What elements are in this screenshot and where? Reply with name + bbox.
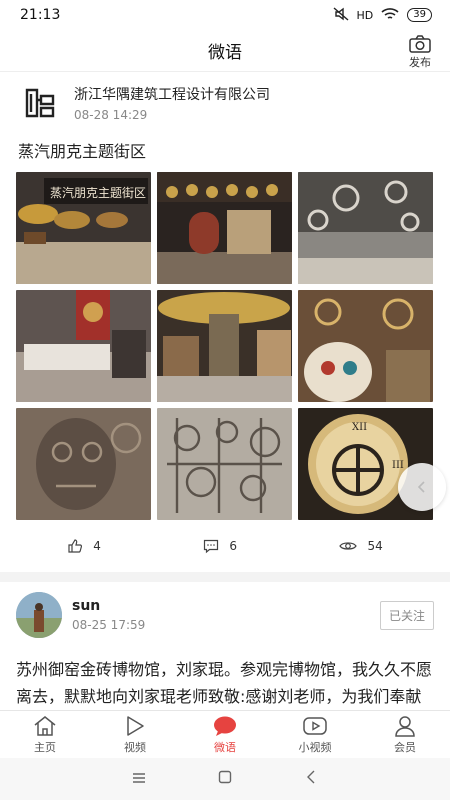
tab-label: 微语: [214, 740, 236, 754]
page-title: 微语: [208, 43, 242, 63]
photo-thumbnail[interactable]: [298, 290, 433, 402]
photo-thumbnail[interactable]: [298, 172, 433, 284]
tab-label: 主页: [34, 740, 56, 754]
tab-short-video[interactable]: 小视频: [270, 711, 360, 758]
comment-stat[interactable]: 6: [203, 538, 237, 554]
wifi-icon: [381, 7, 399, 24]
publish-button[interactable]: 发布: [408, 34, 432, 70]
status-icons: HD 39: [333, 6, 432, 24]
signal-hd-label: HD: [356, 8, 374, 22]
author-name[interactable]: sun: [72, 598, 370, 614]
photo-thumbnail[interactable]: [16, 290, 151, 402]
post-card[interactable]: 浙江华隅建筑工程设计有限公司 08-28 14:29 蒸汽朋克主题街区 蒸汽朋克…: [0, 72, 450, 564]
post-time: 08-28 14:29: [74, 108, 148, 122]
company-logo[interactable]: [16, 79, 64, 127]
short-video-icon: [303, 716, 327, 735]
post-author-row: 浙江华隅建筑工程设计有限公司 08-28 14:29: [16, 72, 434, 134]
post-stats: 4 6 54: [16, 528, 434, 564]
avatar[interactable]: [16, 592, 62, 638]
section-divider: [0, 572, 450, 582]
photo-thumbnail[interactable]: [157, 290, 292, 402]
post-time: 08-25 17:59: [72, 618, 146, 632]
back-icon[interactable]: [303, 769, 319, 789]
post-author-row: sun 08-25 17:59 已关注: [16, 582, 434, 648]
tab-weiyu[interactable]: 微语: [180, 711, 270, 758]
tab-label: 会员: [394, 740, 416, 754]
user-icon: [395, 715, 415, 737]
photo-thumbnail[interactable]: [16, 408, 151, 520]
comment-icon: [204, 539, 219, 554]
chevron-icon: [417, 481, 425, 493]
comment-count: 6: [229, 539, 237, 553]
follow-button[interactable]: 已关注: [379, 600, 434, 630]
tab-video[interactable]: 视频: [90, 711, 180, 758]
like-stat[interactable]: 4: [67, 538, 101, 554]
svg-text:III: III: [392, 460, 404, 471]
thumbs-up-icon: [68, 539, 83, 553]
system-nav-bar: [0, 758, 450, 800]
tab-label: 小视频: [298, 740, 332, 754]
camera-icon: [409, 35, 431, 53]
status-bar: 21:13 HD 39: [0, 0, 450, 30]
publish-label: 发布: [409, 56, 431, 69]
view-count: 54: [367, 539, 383, 553]
bottom-tab-bar: 主页 视频 微语 小视频 会员: [0, 710, 450, 758]
view-stat: 54: [339, 539, 383, 553]
tab-label: 视频: [124, 740, 146, 754]
battery-icon: 39: [407, 8, 432, 22]
menu-icon[interactable]: [131, 770, 147, 789]
like-count: 4: [93, 539, 101, 553]
post-title[interactable]: 蒸汽朋克主题街区: [18, 138, 434, 162]
home-square-icon[interactable]: [217, 769, 233, 789]
home-icon: [34, 715, 56, 736]
status-time: 21:13: [20, 7, 61, 23]
svg-text:XII: XII: [352, 422, 367, 433]
tab-home[interactable]: 主页: [0, 711, 90, 758]
photo-thumbnail[interactable]: [157, 408, 292, 520]
author-name[interactable]: 浙江华隅建筑工程设计有限公司: [74, 84, 434, 104]
photo-grid: 蒸汽朋克主题街区 XII III: [16, 172, 434, 520]
scroll-top-button[interactable]: [398, 463, 446, 511]
photo-thumbnail[interactable]: 蒸汽朋克主题街区: [16, 172, 151, 284]
photo-thumbnail[interactable]: [157, 172, 292, 284]
chat-bubble-icon: [214, 716, 236, 736]
play-icon: [127, 715, 144, 736]
eye-icon: [339, 542, 358, 550]
mute-icon: [333, 6, 349, 24]
photo-sign-text: 蒸汽朋克主题街区: [50, 185, 146, 200]
signal-icon: HD: [357, 9, 374, 22]
tab-member[interactable]: 会员: [360, 711, 450, 758]
page-header: 微语 发布: [0, 30, 450, 72]
